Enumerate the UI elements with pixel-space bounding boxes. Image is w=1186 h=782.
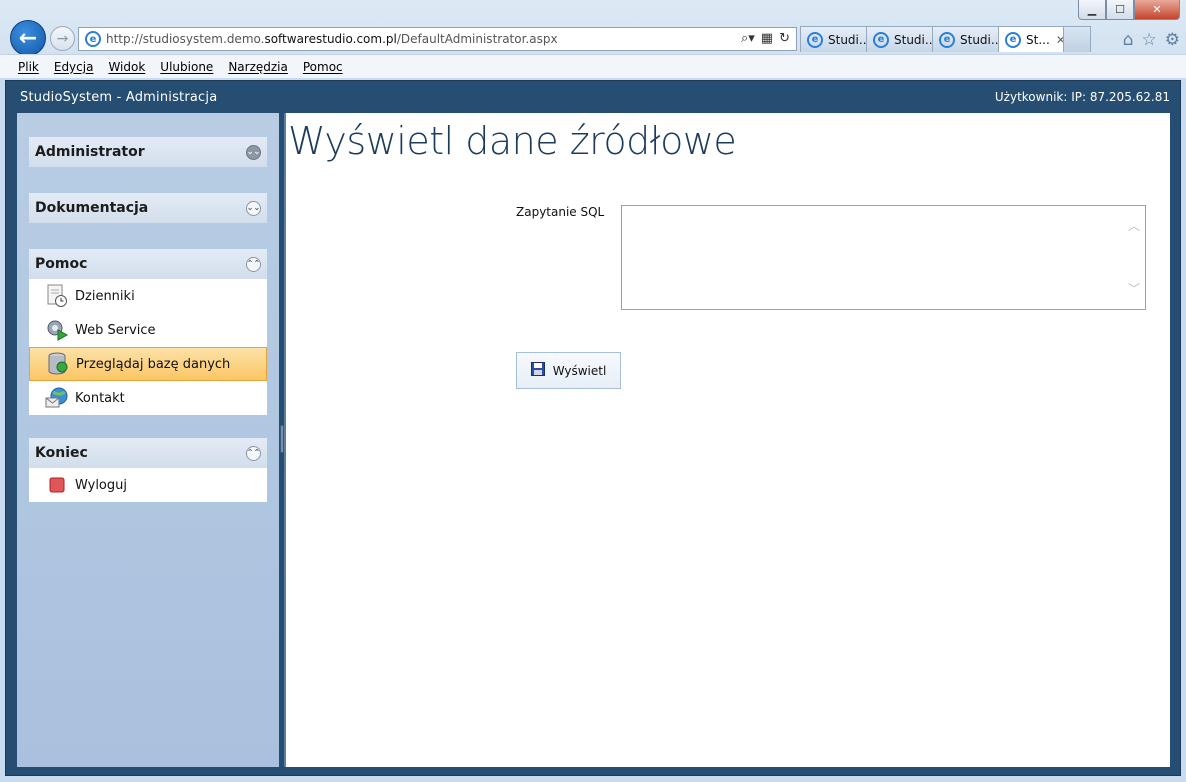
- sidebar: Administrator ⌄⌄ Dokumentacja ⌄⌄ Pomoc ⌃…: [17, 113, 279, 767]
- section-pomoc-items: Dzienniki Web Service Przeglądaj bazę da…: [29, 279, 267, 415]
- search-icon[interactable]: ⌕▾: [741, 31, 755, 46]
- sidebar-item-dzienniki[interactable]: Dzienniki: [29, 279, 267, 313]
- app-header: StudioSystem - Administracja Użytkownik:…: [6, 81, 1180, 113]
- chevron-up-icon[interactable]: ⌃⌃: [246, 445, 261, 461]
- show-button-label: Wyświetl: [552, 363, 607, 378]
- log-document-icon: [45, 284, 69, 308]
- menu-bar: Plik Edycja Widok Ulubione Narzędzia Pom…: [0, 54, 1186, 78]
- browser-tab-2[interactable]: e Studi...: [866, 26, 933, 52]
- chevron-up-icon[interactable]: ⌃⌃: [246, 256, 261, 272]
- home-icon[interactable]: ⌂: [1123, 30, 1134, 50]
- stop-icon: [45, 473, 69, 497]
- sql-query-input[interactable]: [621, 205, 1146, 310]
- sidebar-item-kontakt[interactable]: Kontakt: [29, 381, 267, 415]
- sql-input-scrollbar[interactable]: ︿ ﹀: [1126, 217, 1142, 297]
- address-bar[interactable]: e http://studiosystem.demo.softwarestudi…: [78, 27, 797, 51]
- browser-chrome: ▁ ☐ ✕ ← → e http://studiosystem.demo.sof…: [0, 0, 1186, 78]
- window-controls: ▁ ☐ ✕: [1078, 0, 1180, 20]
- user-info: Użytkownik: IP: 87.205.62.81: [994, 90, 1170, 104]
- section-administrator[interactable]: Administrator ⌄⌄: [29, 137, 267, 167]
- close-window-button[interactable]: ✕: [1134, 0, 1180, 20]
- chevron-down-icon[interactable]: ⌄⌄: [246, 144, 261, 160]
- scroll-down-icon[interactable]: ﹀: [1128, 280, 1140, 297]
- back-button[interactable]: ←: [10, 20, 46, 56]
- back-arrow-icon: ←: [18, 25, 38, 51]
- refresh-icon[interactable]: ↻: [779, 31, 790, 46]
- browser-toolbar-icons: ⌂ ☆ ⚙: [1123, 30, 1180, 50]
- section-koniec[interactable]: Koniec ⌃⌃: [29, 438, 267, 468]
- forward-arrow-icon: →: [56, 30, 69, 47]
- section-dokumentacja[interactable]: Dokumentacja ⌄⌄: [29, 193, 267, 223]
- forward-button[interactable]: →: [50, 26, 75, 51]
- nav-label: Przeglądaj bazę danych: [76, 356, 231, 372]
- browser-tab-active[interactable]: eSt...✕: [998, 26, 1064, 52]
- sidebar-item-web-service[interactable]: Web Service: [29, 313, 267, 347]
- menu-edycja[interactable]: Edycja: [54, 60, 94, 74]
- url-domain: softwarestudio.com.pl: [264, 32, 397, 46]
- section-label: Dokumentacja: [35, 200, 149, 216]
- menu-narzedzia[interactable]: Narzędzia: [228, 60, 288, 74]
- tab-label: Studi...: [894, 32, 933, 47]
- nav-label: Wyloguj: [75, 477, 127, 493]
- address-tools: ⌕▾ ▦ ↻: [741, 31, 790, 46]
- section-koniec-items: Wyloguj: [29, 468, 267, 502]
- menu-ulubione[interactable]: Ulubione: [160, 60, 213, 74]
- url-text[interactable]: http://studiosystem.demo.softwarestudio.…: [106, 32, 558, 46]
- section-label: Administrator: [35, 144, 145, 160]
- ie-tab-icon: e: [1005, 31, 1021, 48]
- tab-label: Studi...: [960, 32, 999, 47]
- tab-strip: eStudi... eStudi... eStudi... eSt...✕: [800, 26, 1091, 52]
- globe-mail-icon: [45, 386, 69, 410]
- menu-pomoc[interactable]: Pomoc: [303, 60, 343, 74]
- chevron-down-icon[interactable]: ⌄⌄: [246, 200, 261, 216]
- tab-label: St...: [1026, 32, 1050, 47]
- nav-label: Dzienniki: [75, 288, 135, 304]
- nav-label: Kontakt: [75, 390, 125, 406]
- sidebar-item-browse-database[interactable]: Przeglądaj bazę danych: [29, 347, 267, 381]
- browser-tab-3[interactable]: e Studi...: [932, 26, 999, 52]
- menu-widok[interactable]: Widok: [108, 60, 145, 74]
- compatibility-icon[interactable]: ▦: [761, 31, 773, 46]
- app-frame: StudioSystem - Administracja Użytkownik:…: [5, 80, 1181, 776]
- show-button[interactable]: Wyświetl: [516, 352, 621, 389]
- maximize-button[interactable]: ☐: [1106, 0, 1134, 20]
- favorites-star-icon[interactable]: ☆: [1142, 30, 1157, 50]
- ie-tab-icon: e: [873, 31, 889, 48]
- section-label: Koniec: [35, 445, 88, 461]
- section-label: Pomoc: [35, 256, 88, 272]
- main-content: Wyświetl dane źródłowe Zapytanie SQL ︿ ﹀…: [284, 113, 1170, 767]
- menu-plik[interactable]: Plik: [18, 60, 39, 74]
- new-tab-button[interactable]: [1063, 26, 1091, 52]
- browser-tab-1[interactable]: e Studi...: [800, 26, 867, 52]
- tab-label: Studi...: [828, 32, 867, 47]
- scroll-up-icon[interactable]: ︿: [1128, 217, 1140, 234]
- minimize-button[interactable]: ▁: [1078, 0, 1106, 20]
- sidebar-item-wyloguj[interactable]: Wyloguj: [29, 468, 267, 502]
- settings-gear-icon[interactable]: ⚙: [1165, 30, 1180, 50]
- database-icon: [46, 352, 70, 376]
- sql-query-label: Zapytanie SQL: [516, 205, 605, 219]
- app-title: StudioSystem - Administracja: [20, 89, 218, 105]
- ie-tab-icon: e: [807, 31, 823, 48]
- section-pomoc[interactable]: Pomoc ⌃⌃: [29, 249, 267, 279]
- save-disk-icon: [530, 362, 545, 379]
- page-title: Wyświetl dane źródłowe: [288, 119, 737, 163]
- url-path: /DefaultAdministrator.aspx: [396, 32, 558, 46]
- ie-page-icon: e: [85, 31, 101, 47]
- ie-tab-icon: e: [939, 31, 955, 48]
- gear-play-icon: [45, 318, 69, 342]
- nav-label: Web Service: [75, 322, 156, 338]
- url-prefix: http://studiosystem.demo.: [106, 32, 265, 46]
